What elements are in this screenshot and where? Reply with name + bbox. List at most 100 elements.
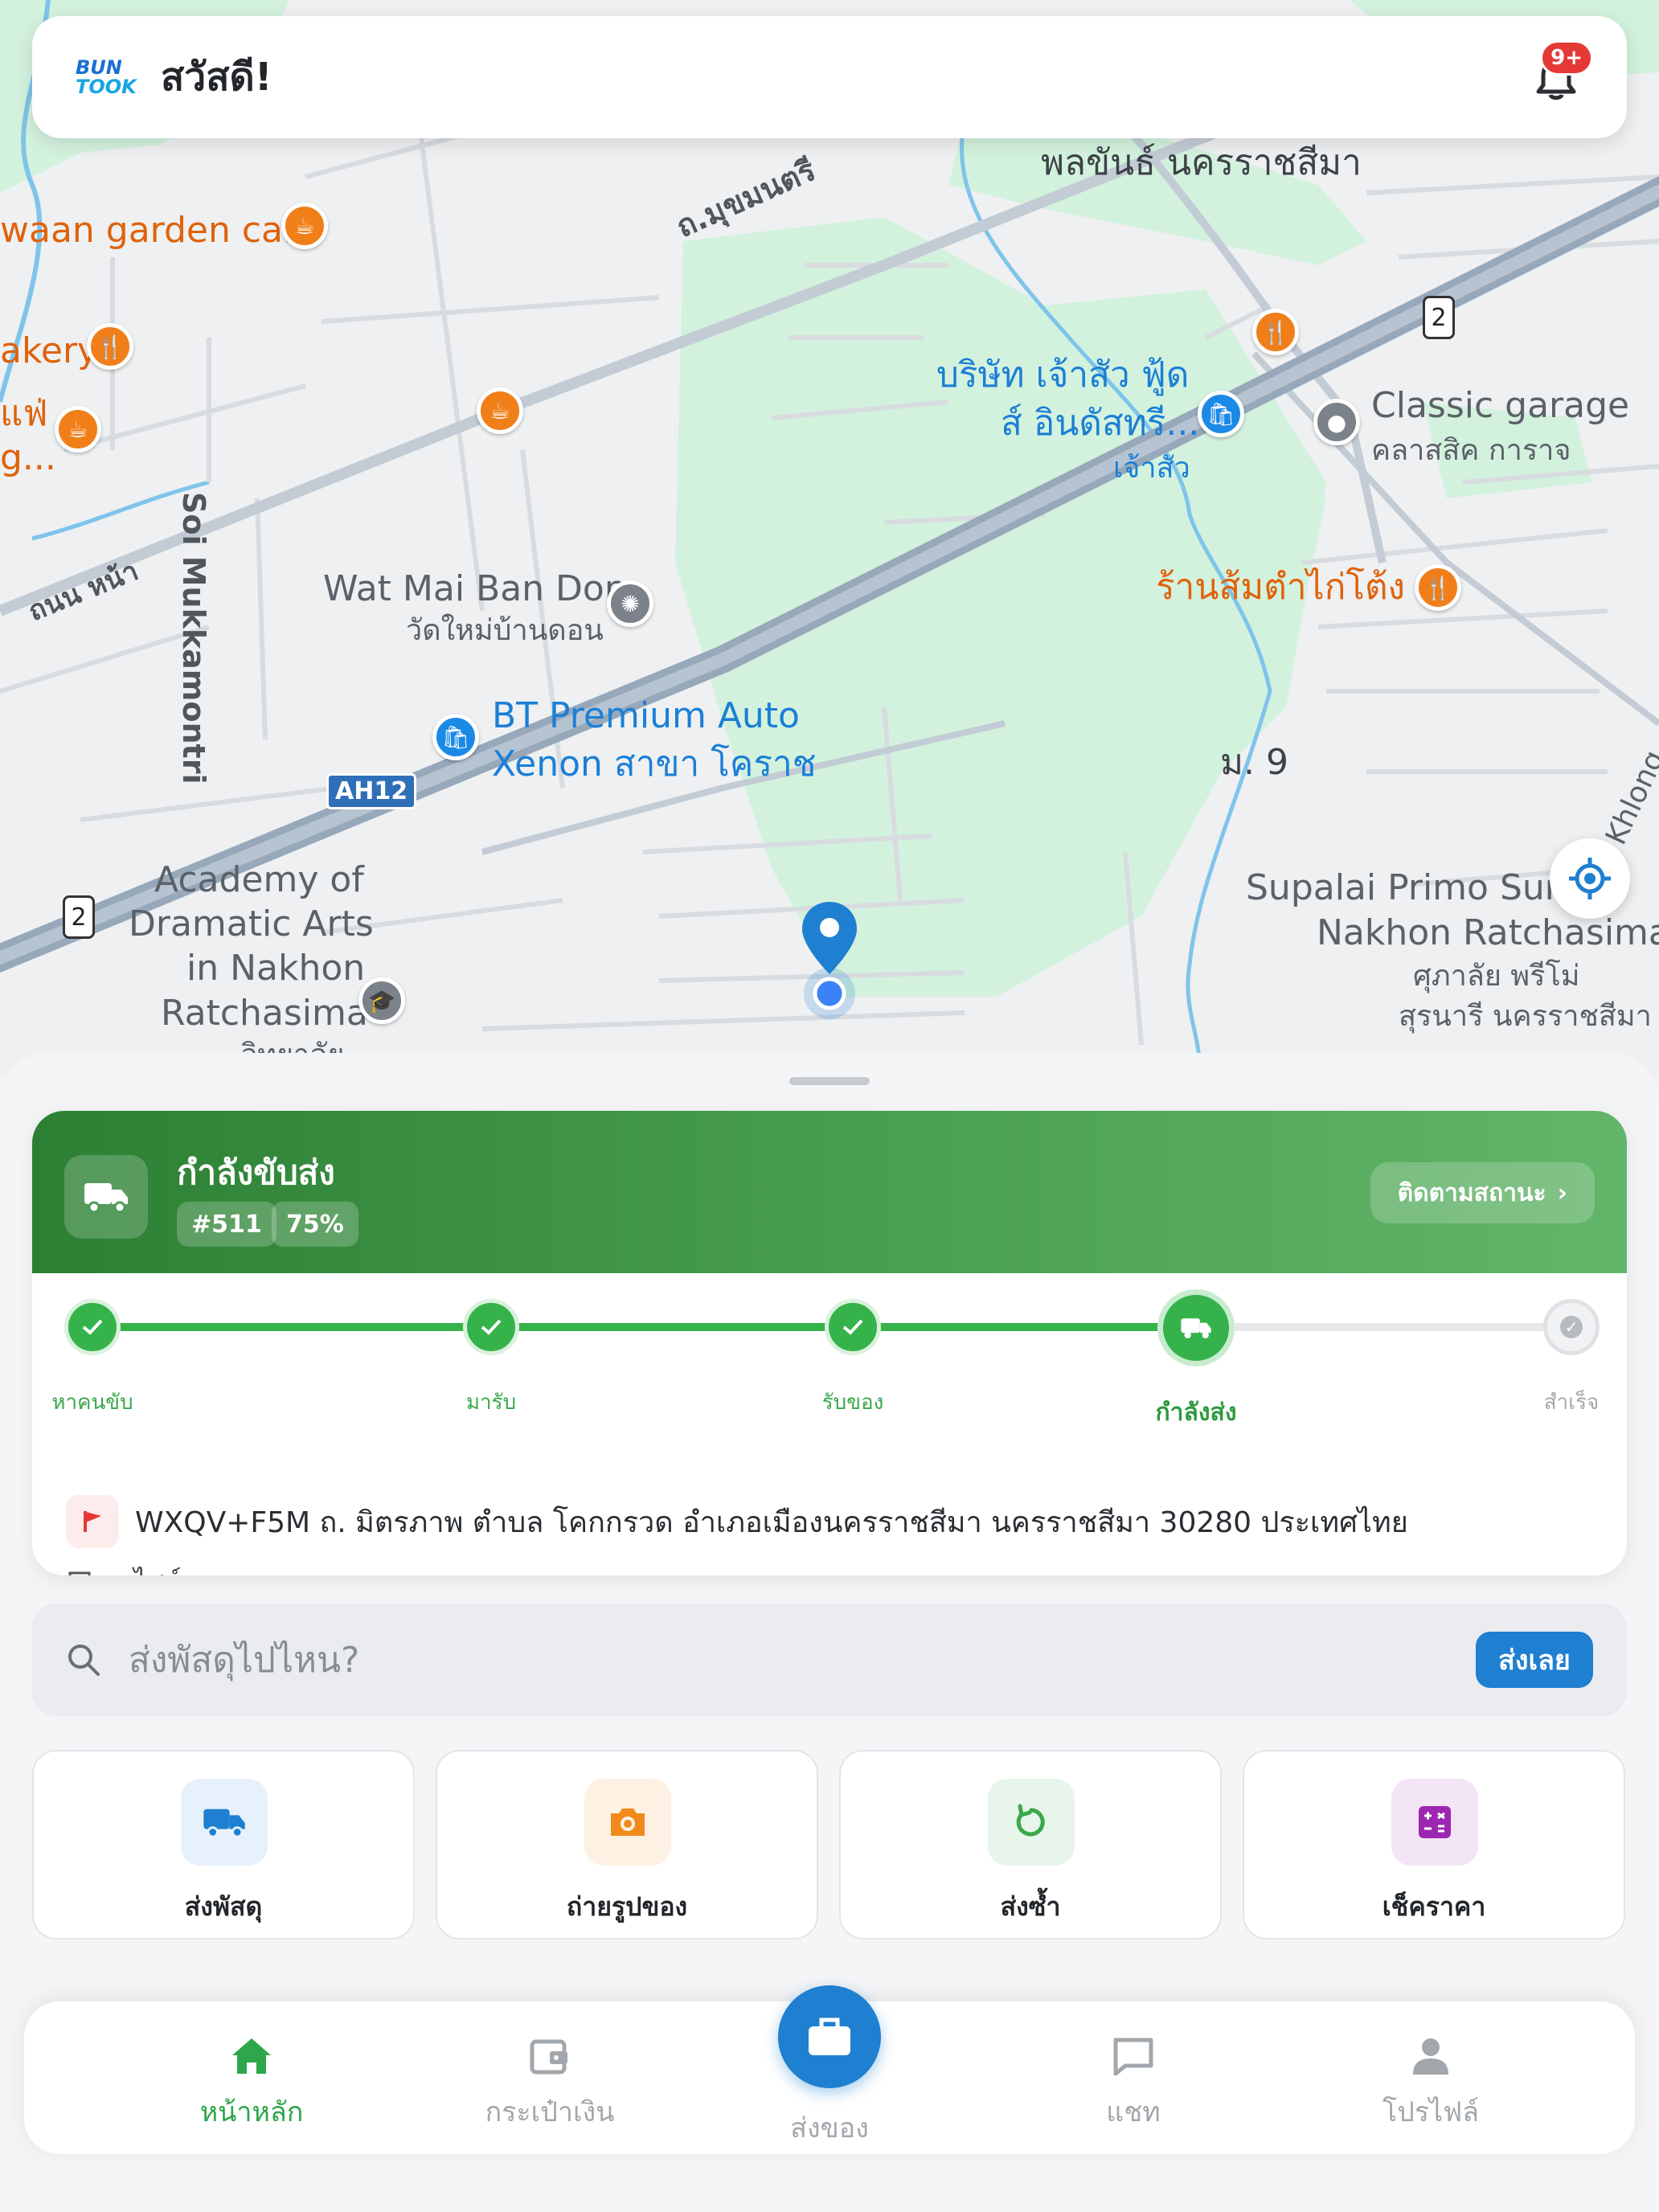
nav-label: แชท	[1106, 2096, 1161, 2128]
map-label: คลาสสิค การาจ	[1371, 434, 1571, 467]
chat-icon	[1037, 2034, 1230, 2079]
search-input[interactable]: ส่งพัสดุไปไหน?	[129, 1632, 1476, 1688]
nav-home[interactable]: หน้าหลัก	[155, 2034, 348, 2133]
destination-flag-icon	[66, 1495, 119, 1548]
action-resend[interactable]: ส่งซ้ำ	[839, 1750, 1222, 1940]
stepper-remaining	[1202, 1323, 1580, 1331]
track-status-label: ติดตามสถานะ	[1397, 1178, 1546, 1207]
home-icon	[155, 2034, 348, 2079]
map-label: บริษัท เจ้าสัว ฟู้ด	[936, 354, 1190, 395]
map-label: ร้านส้มตำไก่โต้ง	[1156, 567, 1406, 608]
step-label: มารับ	[465, 1391, 517, 1415]
track-status-button[interactable]: ติดตามสถานะ ›	[1370, 1162, 1595, 1223]
restaurant-pin-icon[interactable]: 🍴	[1252, 309, 1299, 355]
nav-label: กระเป๋าเงิน	[485, 2096, 615, 2128]
truck-icon	[181, 1779, 268, 1866]
step-active-truck-icon	[1157, 1289, 1235, 1366]
map-label: Academy of	[154, 859, 364, 900]
map-label: ศุภาลัย พรีโม่	[1413, 960, 1580, 993]
shop-pin-icon[interactable]: 🛍	[432, 714, 479, 760]
crosshair-icon	[1569, 858, 1611, 899]
vehicle-type-label: มอไซค์	[101, 1561, 182, 1575]
highway-shield: 2	[63, 895, 95, 939]
highway-shield: AH12	[326, 773, 417, 809]
delivery-status-icon-box	[64, 1155, 148, 1239]
step-done-icon	[825, 1299, 881, 1355]
step-label: สำเร็จ	[1543, 1391, 1600, 1415]
restaurant-pin-icon[interactable]: 🍴	[1415, 564, 1461, 611]
wallet-icon	[453, 2034, 646, 2079]
restaurant-pin-icon[interactable]: 🍴	[87, 323, 133, 370]
top-header: BUN TOOK สวัสดี! 9+	[32, 16, 1627, 138]
order-id-chip: #511	[177, 1202, 276, 1247]
action-take-photo[interactable]: ถ่ายรูปของ	[436, 1750, 818, 1940]
greeting-text: สวัสดี!	[161, 55, 272, 100]
bottom-navigation: หน้าหลัก กระเป๋าเงิน ส่งของ แชท โปรไฟล์	[24, 1985, 1635, 2154]
sheet-grabber[interactable]	[789, 1077, 870, 1085]
step-done-icon	[463, 1299, 519, 1355]
nav-chat[interactable]: แชท	[1037, 2034, 1230, 2133]
nav-wallet[interactable]: กระเป๋าเงิน	[453, 2034, 646, 2133]
app-logo: BUN TOOK	[76, 56, 137, 98]
briefcase-icon	[809, 2017, 850, 2055]
cafe-pin-icon[interactable]: ☕	[477, 387, 523, 434]
map-label: Wat Mai Ban Don	[323, 568, 627, 609]
action-send-parcel[interactable]: ส่งพัสดุ	[32, 1750, 415, 1940]
road-label: Soi Mukkamontri	[176, 492, 211, 784]
calculator-icon	[1391, 1779, 1478, 1866]
action-check-price[interactable]: เช็คราคา	[1243, 1750, 1625, 1940]
map-view[interactable]: พลขันธ์ นครราชสีมา waan garden cafe ☕ ak…	[0, 0, 1659, 1077]
map-label: Dramatic Arts	[129, 903, 374, 944]
highway-shield: 2	[1423, 296, 1455, 339]
cafe-pin-icon[interactable]: ☕	[281, 203, 328, 249]
search-icon	[68, 1645, 100, 1676]
delivery-card-header: กำลังขับส่ง #511 75% ติดตามสถานะ ›	[32, 1111, 1627, 1273]
map-label: akery	[0, 330, 99, 371]
notification-badge: 9+	[1540, 40, 1593, 76]
chevron-right-icon: ›	[1557, 1178, 1567, 1207]
location-marker-icon	[802, 902, 857, 1019]
temple-pin-icon[interactable]: ✺	[607, 580, 653, 627]
cafe-pin-icon[interactable]: ☕	[55, 406, 101, 453]
repeat-icon	[988, 1779, 1075, 1866]
nav-label: ส่งของ	[790, 2112, 869, 2144]
map-label: เจ้าสัว	[1113, 452, 1190, 485]
stepper-progress	[93, 1323, 1202, 1331]
map-label: g...	[0, 437, 56, 478]
map-label: Supalai Primo Surai	[1246, 867, 1591, 908]
package-box-icon	[68, 1571, 91, 1575]
place-pin-icon[interactable]: ●	[1313, 399, 1360, 445]
shop-pin-icon[interactable]: 🛍	[1198, 391, 1244, 437]
nav-label: โปรไฟล์	[1382, 2096, 1480, 2128]
delivery-progress-stepper: ✓ หาคนขับ มารับ รับของ กำลังส่ง สำเร็จ	[32, 1273, 1627, 1434]
nav-label: หน้าหลัก	[199, 2096, 304, 2128]
map-label: สุรนารี นครราชสีมา	[1399, 1000, 1652, 1033]
user-icon	[1334, 2034, 1527, 2079]
action-label: เช็คราคา	[1382, 1891, 1486, 1922]
delivery-status-title: กำลังขับส่ง	[177, 1153, 335, 1192]
school-pin-icon[interactable]: 🎓	[358, 977, 405, 1024]
active-delivery-card[interactable]: กำลังขับส่ง #511 75% ติดตามสถานะ › ✓ หาค…	[32, 1111, 1627, 1575]
map-label: แฟ่	[0, 393, 48, 434]
map-label: พลขันธ์ นครราชสีมา	[1041, 142, 1362, 183]
send-now-button[interactable]: ส่งเลย	[1476, 1632, 1593, 1688]
destination-address: WXQV+F5M ถ. มิตรภาพ ตำบล โคกกรวด อำเภอเม…	[135, 1505, 1408, 1539]
step-label: รับของ	[821, 1391, 884, 1415]
destination-row: WXQV+F5M ถ. มิตรภาพ ตำบล โคกกรวด อำเภอเม…	[66, 1495, 1408, 1548]
nav-send-button[interactable]	[778, 1985, 881, 2088]
destination-search-bar[interactable]: ส่งพัสดุไปไหน? ส่งเลย	[32, 1604, 1627, 1716]
camera-icon	[584, 1779, 671, 1866]
map-label: waan garden cafe	[0, 210, 317, 251]
map-label: in Nakhon	[186, 948, 366, 989]
map-label: Classic garage	[1371, 385, 1630, 426]
nav-profile[interactable]: โปรไฟล์	[1334, 2034, 1527, 2133]
notifications-button[interactable]: 9+	[1534, 40, 1593, 101]
action-label: ส่งพัสดุ	[184, 1891, 263, 1922]
map-label: Nakhon Ratchasima	[1317, 912, 1659, 953]
map-label: Ratchasima	[161, 993, 368, 1034]
action-label: ถ่ายรูปของ	[566, 1891, 688, 1922]
map-label: วัดใหม่บ้านดอน	[406, 614, 604, 647]
step-label: หาคนขับ	[51, 1391, 133, 1415]
vehicle-type-row: มอไซค์	[68, 1561, 182, 1575]
locate-me-button[interactable]	[1550, 838, 1630, 919]
